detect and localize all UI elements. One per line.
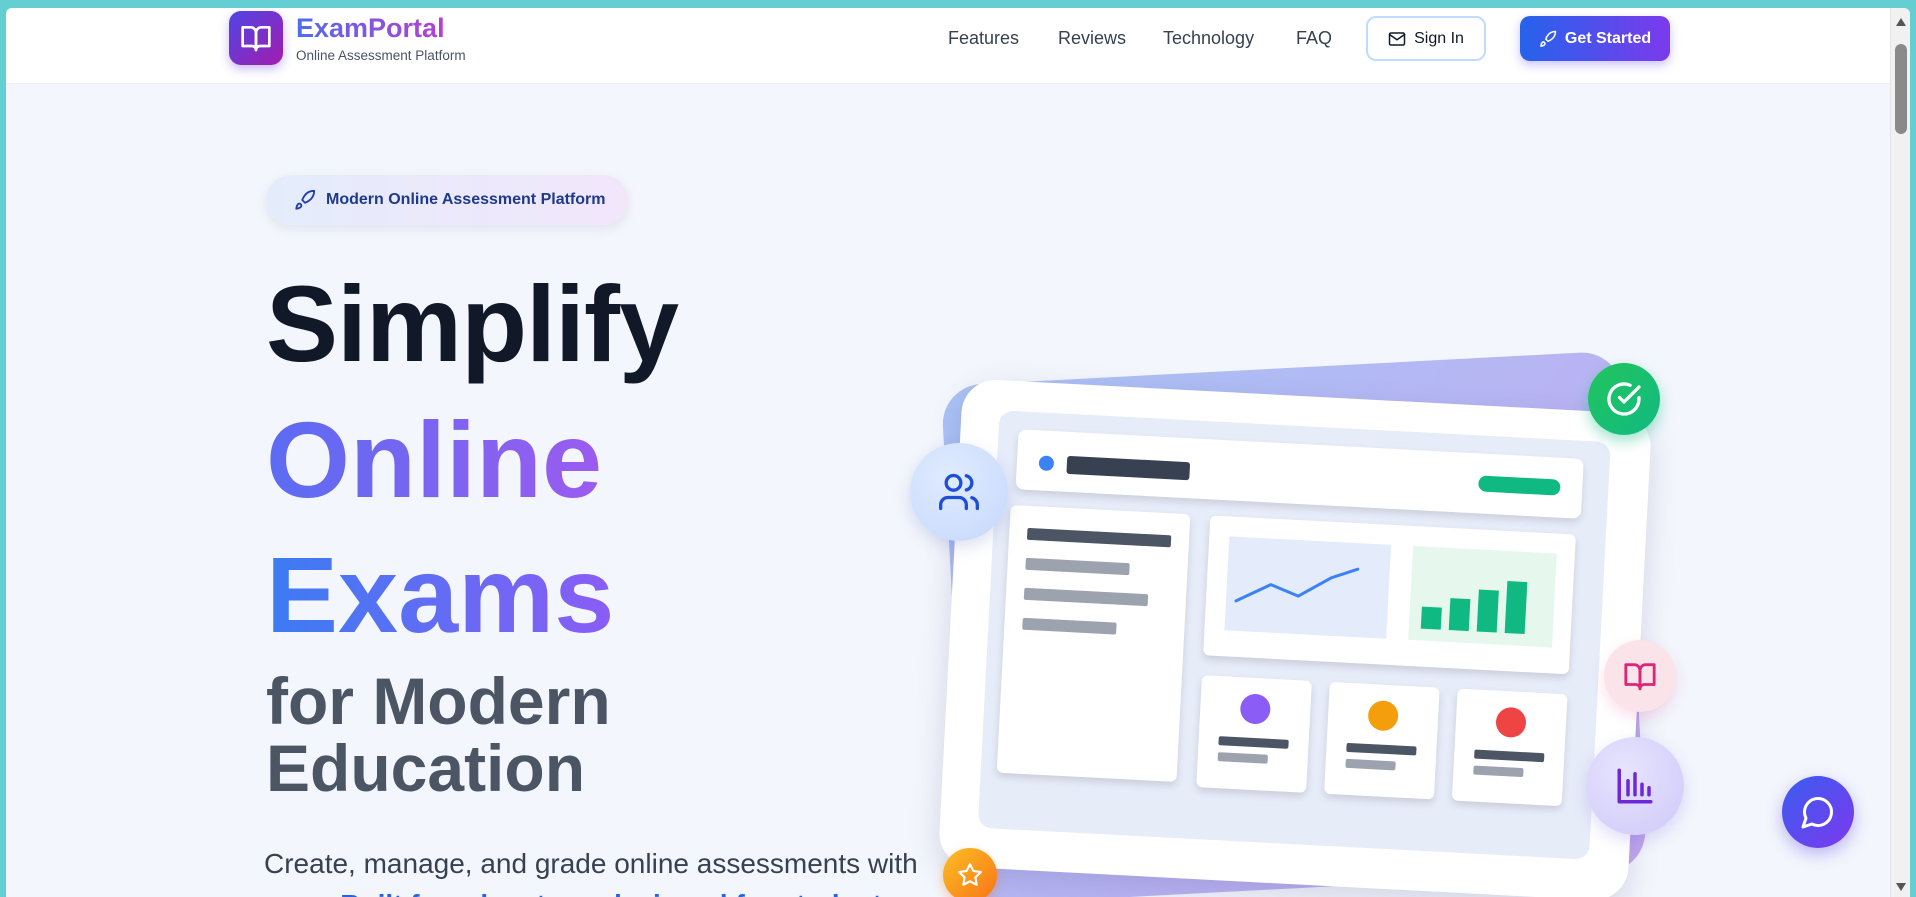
bar-chart-thumbnail [1408, 546, 1557, 648]
stat-card [1323, 681, 1440, 800]
book-badge [1604, 640, 1676, 712]
scroll-thumb[interactable] [1895, 44, 1907, 134]
chat-button[interactable] [1782, 776, 1854, 848]
status-dot [1038, 455, 1055, 472]
check-badge [1588, 363, 1660, 435]
brand-tagline: Online Assessment Platform [296, 48, 466, 63]
list-line-placeholder [1025, 557, 1130, 576]
stat-line-placeholder [1473, 765, 1524, 778]
dashboard-topbar [1015, 429, 1584, 519]
line-chart-icon [1234, 567, 1360, 603]
stat-card [1196, 675, 1312, 793]
stat-line-placeholder [1218, 736, 1289, 749]
rocket-icon [1540, 30, 1557, 47]
hero-description: Create, manage, and grade online assessm… [264, 844, 964, 897]
analytics-badge [1586, 737, 1684, 835]
stat-dot [1495, 706, 1527, 739]
nav-link-features[interactable]: Features [948, 28, 1019, 49]
line-chart-thumbnail [1224, 536, 1392, 639]
bar-chart-icon [1617, 768, 1653, 804]
star-icon [958, 863, 982, 886]
nav-link-faq[interactable]: FAQ [1296, 28, 1332, 49]
page-scrollbar[interactable] [1890, 8, 1910, 897]
book-open-icon [1624, 663, 1656, 691]
title-placeholder [1066, 455, 1191, 481]
star-badge [943, 848, 997, 897]
scroll-up-icon[interactable] [1896, 18, 1906, 26]
sign-in-button[interactable]: Sign In [1366, 16, 1486, 61]
stat-line-placeholder [1346, 742, 1417, 756]
charts-panel [1203, 515, 1576, 675]
get-started-label: Get Started [1564, 29, 1652, 47]
scroll-down-icon[interactable] [1896, 883, 1906, 891]
action-placeholder [1478, 475, 1561, 496]
stat-line-placeholder [1345, 758, 1396, 771]
list-panel [996, 504, 1191, 782]
dashboard-screen [977, 410, 1611, 860]
list-heading-placeholder [1026, 527, 1172, 548]
site-header: ExamPortal Online Assessment Platform Fe… [6, 8, 1890, 84]
hero-title-line2: Online [266, 399, 603, 520]
list-line-placeholder [1023, 587, 1149, 607]
hero-badge-label: Modern Online Assessment Platform [326, 191, 606, 208]
brand-name[interactable]: ExamPortal [296, 13, 445, 44]
stat-line-placeholder [1217, 752, 1268, 764]
bar-chart-icon [1420, 581, 1528, 635]
stat-line-placeholder [1474, 749, 1545, 763]
sign-in-label: Sign In [1414, 29, 1464, 47]
nav-link-technology[interactable]: Technology [1163, 28, 1254, 49]
hero-badge: Modern Online Assessment Platform [266, 175, 628, 225]
check-circle-icon [1607, 382, 1641, 416]
stat-card [1451, 688, 1568, 807]
hero-title-line1: Simplify [266, 263, 679, 384]
get-started-button[interactable]: Get Started [1520, 16, 1670, 61]
chat-bubble-icon [1801, 796, 1834, 829]
mail-icon [1388, 31, 1406, 46]
stat-dot [1367, 699, 1399, 732]
users-badge [910, 443, 1008, 541]
stat-dot [1239, 693, 1272, 725]
hero-description-highlight: Built for educators, designed for studen… [340, 889, 905, 897]
nav-link-reviews[interactable]: Reviews [1058, 28, 1126, 49]
list-line-placeholder [1022, 617, 1117, 635]
users-icon [939, 473, 979, 511]
rocket-icon [295, 189, 316, 210]
hero-subtitle: for Modern Education [266, 664, 611, 806]
logo[interactable] [229, 11, 283, 65]
book-open-icon [241, 26, 271, 52]
dashboard-illustration [937, 378, 1653, 897]
hero-title-line3: Exams [266, 534, 615, 655]
browser-window: ExamPortal Online Assessment Platform Fe… [6, 8, 1910, 897]
